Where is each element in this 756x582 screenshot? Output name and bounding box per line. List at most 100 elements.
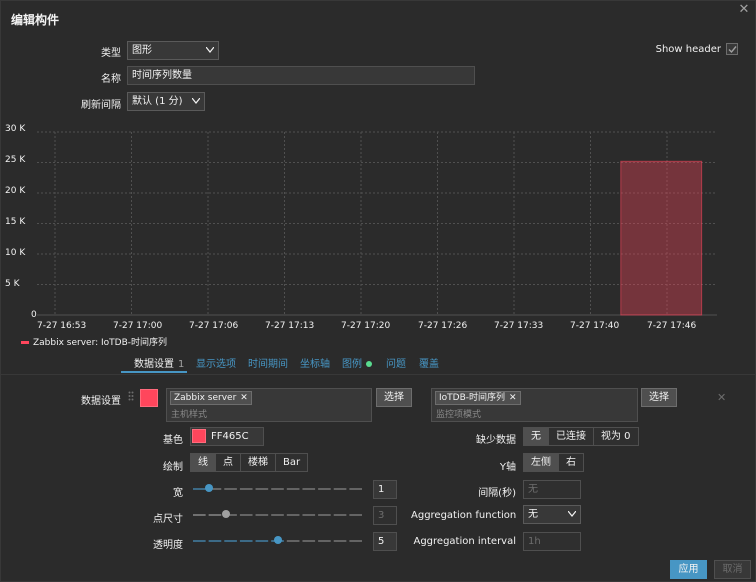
name-label: 名称 [101, 74, 121, 85]
show-header-label: Show header [655, 44, 721, 55]
width-label: 宽 [173, 488, 183, 499]
status-dot-icon [366, 361, 372, 367]
x-tick: 7-27 17:06 [189, 321, 239, 331]
refresh-label: 刷新间隔 [81, 100, 121, 111]
draw-label: 绘制 [163, 462, 183, 473]
draw-points-option[interactable]: 点 [216, 454, 241, 471]
x-tick: 7-27 17:00 [113, 321, 163, 331]
transparency-label: 透明度 [153, 540, 183, 551]
y-tick: 25 K [5, 155, 26, 165]
y-tick: 20 K [5, 186, 26, 196]
host-chip: Zabbix server ✕ [170, 391, 252, 405]
refresh-select-value: 默认 (1 分) [132, 96, 183, 107]
type-label: 类型 [101, 48, 121, 59]
tab-data-set-label: 数据设置 [134, 359, 174, 370]
transparency-slider-handle[interactable] [274, 536, 282, 544]
y-tick: 30 K [5, 124, 26, 134]
draw-bar-option[interactable]: Bar [276, 454, 307, 471]
apply-button[interactable]: 应用 [670, 560, 707, 579]
y-axis-label: Y轴 [499, 462, 516, 473]
check-icon [728, 46, 737, 54]
y-axis-left-option[interactable]: 左侧 [524, 454, 559, 471]
aggregation-interval-input[interactable]: 1h [523, 532, 581, 551]
remove-data-set-icon[interactable]: ✕ [717, 391, 726, 404]
chevron-down-icon [192, 98, 200, 104]
active-tab-indicator [121, 371, 187, 373]
x-tick: 7-27 17:40 [570, 321, 620, 331]
missing-data-toggle: 无 已连接 视为 0 [523, 427, 639, 446]
host-pattern-input[interactable]: Zabbix server ✕ 主机样式 [166, 388, 372, 422]
chevron-down-icon [568, 511, 576, 517]
width-value-input[interactable]: 1 [373, 480, 397, 499]
missing-zero-option[interactable]: 视为 0 [594, 428, 638, 445]
host-select-button[interactable]: 选择 [376, 388, 412, 407]
missing-connected-option[interactable]: 已连接 [549, 428, 594, 445]
data-set-label: 数据设置 [81, 396, 121, 407]
point-size-slider-track[interactable] [190, 510, 366, 520]
edit-widget-dialog: 编辑构件 ✕ 类型 图形 名称 时间序列数量 刷新间隔 默认 (1 分) Sho… [0, 0, 756, 582]
cancel-button[interactable]: 取消 [714, 560, 751, 579]
base-color-label: 基色 [163, 435, 183, 446]
legend-swatch [21, 341, 29, 344]
missing-none-option[interactable]: 无 [524, 428, 549, 445]
aggregation-function-label: Aggregation function [411, 510, 517, 521]
item-pattern-input[interactable]: IoTDB-时间序列 ✕ 监控项模式 [431, 388, 638, 422]
name-input[interactable]: 时间序列数量 [127, 66, 475, 85]
item-chip: IoTDB-时间序列 ✕ [435, 391, 521, 405]
y-axis-toggle: 左侧 右 [523, 453, 584, 472]
type-select[interactable]: 图形 [127, 41, 219, 60]
type-select-value: 图形 [132, 45, 152, 56]
tab-overrides[interactable]: 覆盖 [419, 355, 439, 370]
item-placeholder: 监控项模式 [436, 410, 482, 420]
interval-input[interactable]: 无 [523, 480, 581, 499]
y-tick: 15 K [5, 217, 26, 227]
aggregation-interval-label: Aggregation interval [413, 536, 516, 547]
aggregation-function-select[interactable]: 无 [523, 505, 581, 524]
x-tick: 7-27 17:13 [265, 321, 315, 331]
tabs-divider [1, 374, 756, 375]
tab-time-period[interactable]: 时间期间 [248, 355, 288, 370]
item-chip-label: IoTDB-时间序列 [439, 393, 506, 403]
item-select-button[interactable]: 选择 [641, 388, 677, 407]
transparency-value-input[interactable]: 5 [373, 532, 397, 551]
drag-handle-icon[interactable] [128, 391, 134, 403]
tab-legend-label: 图例 [342, 359, 362, 370]
draw-line-option[interactable]: 线 [191, 454, 216, 471]
tab-axes[interactable]: 坐标轴 [300, 355, 330, 370]
tab-problems[interactable]: 问题 [386, 355, 406, 370]
point-size-label: 点尺寸 [153, 514, 183, 525]
y-tick: 10 K [5, 248, 26, 258]
chevron-down-icon [206, 47, 214, 53]
base-color-swatch[interactable] [192, 429, 206, 443]
close-icon[interactable]: ✕ [737, 3, 751, 17]
draw-staircase-option[interactable]: 楼梯 [241, 454, 276, 471]
graph-widget-chart [37, 131, 717, 316]
data-set-color-swatch[interactable] [140, 389, 158, 407]
tab-display-options[interactable]: 显示选项 [196, 355, 236, 370]
host-chip-label: Zabbix server [174, 393, 237, 403]
tab-legend[interactable]: 图例 [342, 355, 372, 370]
width-slider-track[interactable] [190, 484, 366, 494]
x-tick: 7-27 16:53 [37, 321, 87, 331]
x-tick: 7-27 17:46 [647, 321, 697, 331]
aggregation-function-value: 无 [528, 509, 538, 520]
y-axis-right-option[interactable]: 右 [559, 454, 583, 471]
draw-type-toggle: 线 点 楼梯 Bar [190, 453, 309, 472]
show-header-checkbox[interactable] [726, 43, 738, 55]
x-tick: 7-27 17:33 [494, 321, 544, 331]
remove-chip-icon[interactable]: ✕ [240, 393, 248, 403]
host-placeholder: 主机样式 [171, 410, 208, 420]
base-color-value: FF465C [211, 431, 249, 442]
interval-label: 间隔(秒) [478, 488, 516, 499]
tab-data-set[interactable]: 数据设置 1 [134, 355, 184, 370]
y-tick: 5 K [5, 279, 20, 289]
remove-chip-icon[interactable]: ✕ [509, 393, 517, 403]
legend-label: Zabbix server: IoTDB-时间序列 [33, 338, 168, 348]
dialog-title: 编辑构件 [11, 13, 60, 27]
point-size-value-input[interactable]: 3 [373, 506, 397, 525]
refresh-select[interactable]: 默认 (1 分) [127, 92, 205, 111]
missing-data-label: 缺少数据 [476, 435, 516, 446]
series-bar [620, 160, 703, 316]
x-tick: 7-27 17:20 [341, 321, 391, 331]
x-tick: 7-27 17:26 [418, 321, 468, 331]
